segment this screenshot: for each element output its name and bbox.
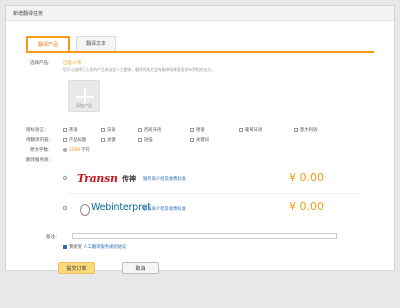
note-label: 备注： xyxy=(46,235,60,240)
word-count-value: 1589 xyxy=(69,148,80,153)
selected-count: 已选 0 项 xyxy=(63,61,82,66)
vendor-webinterpret-price: ¥ 0.00 xyxy=(289,200,324,213)
transn-logo-cn: 传神 xyxy=(122,175,136,183)
checkbox[interactable] xyxy=(138,127,142,132)
checkbox-label: 短描 xyxy=(144,138,153,143)
language-checkbox-english[interactable]: 英语 xyxy=(63,127,78,133)
checkbox[interactable] xyxy=(101,137,105,142)
vendor-transn-info-link[interactable]: 服务商介绍及收费标准 xyxy=(143,176,186,182)
tab-label: 翻译文本 xyxy=(85,41,106,47)
webinterpret-logo-text: Webinterpret xyxy=(91,202,151,213)
checkbox-label: 葡萄牙语 xyxy=(245,128,263,133)
checkbox-label: 英语 xyxy=(69,128,78,133)
checkbox[interactable] xyxy=(63,127,67,132)
language-checkbox-german[interactable]: 德语 xyxy=(190,127,205,133)
checkbox[interactable] xyxy=(294,127,298,132)
cancel-button[interactable]: 取消 xyxy=(122,262,159,274)
checkbox-label: 西班牙语 xyxy=(144,128,162,133)
checkbox[interactable] xyxy=(190,127,194,132)
vendor-divider xyxy=(68,193,359,194)
product-label: 选择产品： xyxy=(30,61,53,66)
checkbox-label: 法语 xyxy=(107,128,116,133)
checkbox[interactable] xyxy=(63,137,67,142)
vendor-label: 翻译服务商： xyxy=(26,158,53,163)
language-checkbox-spanish[interactable]: 西班牙语 xyxy=(138,127,161,133)
checkbox[interactable] xyxy=(239,127,243,132)
checkbox-label: 德语 xyxy=(196,128,205,133)
checkbox[interactable] xyxy=(138,137,142,142)
tab-label: 翻译产品 xyxy=(37,42,58,48)
content-label: 待翻译内容： xyxy=(26,138,53,143)
add-product-label: 添加产品 xyxy=(76,103,92,108)
vendor-transn-price: ¥ 0.00 xyxy=(289,171,324,184)
submit-order-button[interactable]: 提交订单 xyxy=(58,262,95,274)
content-checkbox-key[interactable]: 关键 xyxy=(101,137,116,143)
target-language-label: 目标语言： xyxy=(26,128,49,133)
word-count-value-row: 1589 字符 xyxy=(63,147,90,153)
add-product-button[interactable]: 添加产品 xyxy=(68,80,100,112)
language-checkbox-italian[interactable]: 意大利语 xyxy=(294,127,317,133)
note-input[interactable] xyxy=(72,233,337,239)
agreement-checkbox[interactable] xyxy=(63,244,67,249)
vendor-radio-webinterpret[interactable] xyxy=(63,206,67,210)
language-checkbox-french[interactable]: 法语 xyxy=(101,127,116,133)
language-checkbox-portuguese[interactable]: 葡萄牙语 xyxy=(239,127,262,133)
word-count-label: 原文字数： xyxy=(30,148,53,153)
tab-underline xyxy=(26,51,374,53)
tab-translate-text[interactable]: 翻译文本 xyxy=(76,36,116,52)
checkbox-label: 意大利语 xyxy=(300,128,318,133)
info-icon xyxy=(63,147,67,152)
vendor-webinterpret-info-link[interactable]: 服务商介绍及收费标准 xyxy=(143,206,186,212)
content-checkbox-title[interactable]: 产品标题 xyxy=(63,137,86,143)
globe-icon xyxy=(80,204,90,216)
checkbox[interactable] xyxy=(101,127,105,132)
vendor-radio-transn[interactable] xyxy=(63,176,67,180)
checkbox-label: 关键 xyxy=(107,138,116,143)
checkbox-label: 关键词 xyxy=(196,138,209,143)
content-checkbox-short-desc[interactable]: 短描 xyxy=(138,137,153,143)
product-hint: 您可以选择已上架的产品来选定人工翻译，翻译完成后会有翻译结果直接发布到相应站点。 xyxy=(63,67,215,72)
checkbox-label: 产品标题 xyxy=(69,138,87,143)
agreement-link[interactable]: 人工翻译服务规则协议 xyxy=(83,245,126,250)
content-checkbox-keywords[interactable]: 关键词 xyxy=(190,137,209,143)
agreement-prefix: 我接受 xyxy=(69,245,82,250)
translation-task-panel: 新增翻译任务 翻译产品 翻译文本 选择产品： 已选 0 项 您可以选择已上架的产… xyxy=(5,5,395,274)
transn-logo: Transn xyxy=(77,172,118,185)
panel-titlebar: 新增翻译任务 xyxy=(6,6,394,21)
checkbox[interactable] xyxy=(190,137,194,142)
agreement-row: 我接受 人工翻译服务规则协议 xyxy=(63,244,126,250)
panel-title: 新增翻译任务 xyxy=(13,11,44,17)
word-count-unit: 字符 xyxy=(81,148,90,153)
